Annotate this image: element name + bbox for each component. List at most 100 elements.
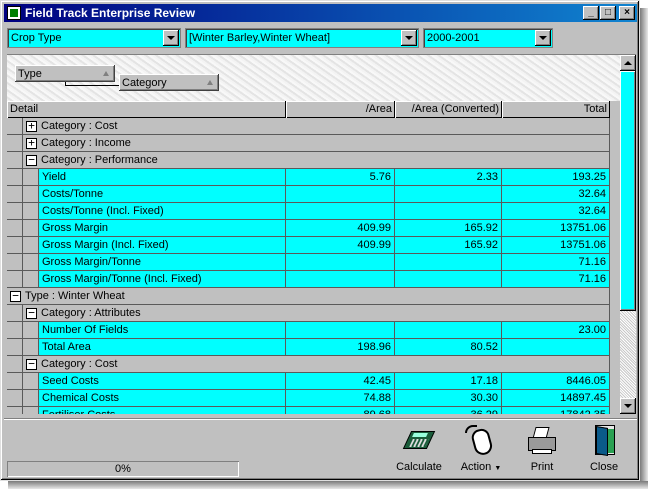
print-button[interactable]: Print [512,423,572,477]
detail-cell[interactable]: Costs/Tonne (Incl. Fixed) [39,203,286,220]
season-dropdown-button[interactable] [535,30,551,46]
per-area-converted-cell[interactable] [395,254,502,271]
maximize-button[interactable]: □ [600,6,616,20]
close-window-button[interactable]: × [619,6,635,20]
minimize-button[interactable]: _ [583,6,599,20]
total-cell[interactable]: 71.16 [502,254,610,271]
detail-cell[interactable]: Total Area [39,339,286,356]
detail-cell[interactable]: Chemical Costs [39,390,286,407]
table-row[interactable]: Number Of Fields 23.00 [7,322,610,339]
total-cell[interactable]: 17842.35 [502,407,610,414]
group-by-select[interactable]: Crop Type [7,28,181,48]
expand-icon[interactable]: + [26,137,37,149]
indent-gutter [7,118,23,135]
table-row[interactable]: Costs/Tonne (Incl. Fixed) 32.64 [7,203,610,220]
pivot-field-type[interactable]: Type [15,65,115,82]
per-area-cell[interactable] [286,271,395,288]
detail-cell[interactable]: Seed Costs [39,373,286,390]
per-area-cell[interactable]: 89.68 [286,407,395,414]
table-row[interactable]: Gross Margin/Tonne 71.16 [7,254,610,271]
per-area-converted-cell[interactable] [395,186,502,203]
expand-icon[interactable]: + [26,120,37,132]
per-area-converted-cell[interactable]: 36.29 [395,407,502,414]
per-area-converted-cell[interactable]: 165.92 [395,220,502,237]
total-cell[interactable]: 193.25 [502,169,610,186]
detail-cell[interactable]: Gross Margin/Tonne [39,254,286,271]
detail-cell[interactable]: Gross Margin (Incl. Fixed) [39,237,286,254]
table-row[interactable]: Gross Margin 409.99 165.92 13751.06 [7,220,610,237]
group-row[interactable]: Category : Cost − [7,356,610,373]
group-row[interactable]: Type : Winter Wheat − [7,288,610,305]
table-row[interactable]: Gross Margin/Tonne (Incl. Fixed) 71.16 [7,271,610,288]
table-row[interactable]: Gross Margin (Incl. Fixed) 409.99 165.92 13… [7,237,610,254]
table-row[interactable]: Chemical Costs 74.88 30.30 14897.45 [7,390,610,407]
title-bar[interactable]: Field Track Enterprise Review _ □ × [4,4,637,22]
group-row[interactable]: Category : Cost + [7,118,610,135]
table-row[interactable]: Total Area 198.96 80.52 [7,339,610,356]
group-row[interactable]: Category : Income + [7,135,610,152]
total-cell[interactable]: 71.16 [502,271,610,288]
per-area-converted-cell[interactable]: 80.52 [395,339,502,356]
collapse-icon[interactable]: − [26,358,37,370]
crop-select[interactable]: [Winter Barley,Winter Wheat] [185,28,419,48]
per-area-cell[interactable]: 409.99 [286,237,395,254]
per-area-converted-cell[interactable] [395,271,502,288]
season-select[interactable]: 2000-2001 [423,28,553,48]
total-cell[interactable]: 13751.06 [502,237,610,254]
per-area-cell[interactable]: 5.76 [286,169,395,186]
total-cell[interactable] [502,339,610,356]
column-header-detail[interactable]: Detail [7,101,286,118]
table-row[interactable]: Costs/Tonne 32.64 [7,186,610,203]
per-area-cell[interactable]: 74.88 [286,390,395,407]
per-area-cell[interactable] [286,186,395,203]
column-header-per-area[interactable]: /Area [286,101,395,118]
pivot-field-category[interactable]: Category [119,74,219,91]
total-cell[interactable]: 8446.05 [502,373,610,390]
per-area-converted-cell[interactable]: 2.33 [395,169,502,186]
calculate-button[interactable]: Calculate [389,423,449,477]
per-area-converted-cell[interactable] [395,322,502,339]
total-cell[interactable]: 13751.06 [502,220,610,237]
per-area-cell[interactable] [286,203,395,220]
detail-cell[interactable]: Fertiliser Costs [39,407,286,414]
crop-dropdown-button[interactable] [401,30,417,46]
detail-cell[interactable]: Gross Margin [39,220,286,237]
per-area-cell[interactable] [286,254,395,271]
detail-cell[interactable]: Costs/Tonne [39,186,286,203]
table-row[interactable]: Seed Costs 42.45 17.18 8446.05 [7,373,610,390]
total-cell[interactable]: 32.64 [502,186,610,203]
column-header-per-area-converted[interactable]: /Area (Converted) [395,101,502,118]
scroll-thumb[interactable] [620,71,636,311]
per-area-cell[interactable]: 198.96 [286,339,395,356]
total-cell[interactable]: 32.64 [502,203,610,220]
group-row[interactable]: Category : Attributes − [7,305,610,322]
column-header-total[interactable]: Total [502,101,610,118]
total-cell[interactable]: 14897.45 [502,390,610,407]
detail-cell[interactable]: Gross Margin/Tonne (Incl. Fixed) [39,271,286,288]
per-area-converted-cell[interactable] [395,203,502,220]
scroll-down-button[interactable] [620,398,636,414]
indent-gutter [23,220,39,237]
pivot-grid[interactable]: Detail /Area /Area (Converted) Total Cat… [7,101,610,414]
collapse-icon[interactable]: − [26,154,37,166]
table-row[interactable]: Yield 5.76 2.33 193.25 [7,169,610,186]
total-cell[interactable]: 23.00 [502,322,610,339]
group-by-dropdown-button[interactable] [163,30,179,46]
per-area-cell[interactable]: 409.99 [286,220,395,237]
action-menu-button[interactable]: Action ▼ [451,423,511,477]
group-row[interactable]: Category : Performance − [7,152,610,169]
scroll-up-button[interactable] [620,55,636,71]
close-button[interactable]: Close [574,423,634,477]
per-area-cell[interactable]: 42.45 [286,373,395,390]
per-area-converted-cell[interactable]: 17.18 [395,373,502,390]
vertical-scrollbar[interactable] [620,55,636,414]
table-row[interactable]: Fertiliser Costs89.6836.2917842.35 [7,407,610,414]
detail-cell[interactable]: Yield [39,169,286,186]
app-icon[interactable] [7,6,21,20]
collapse-icon[interactable]: − [10,290,21,302]
per-area-cell[interactable] [286,322,395,339]
collapse-icon[interactable]: − [26,307,37,319]
per-area-converted-cell[interactable]: 30.30 [395,390,502,407]
detail-cell[interactable]: Number Of Fields [39,322,286,339]
per-area-converted-cell[interactable]: 165.92 [395,237,502,254]
